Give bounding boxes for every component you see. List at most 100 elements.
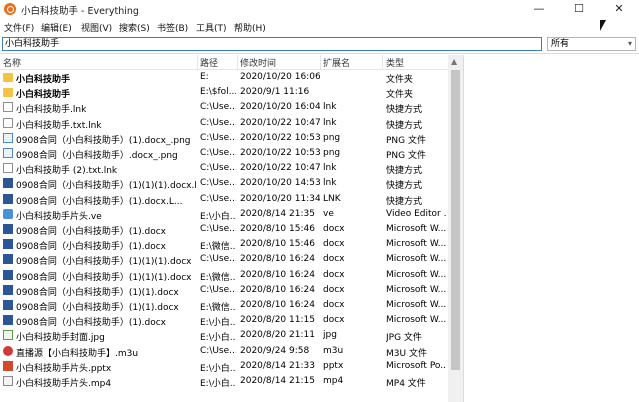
result-date: 2020/10/22 10:47 xyxy=(240,117,320,128)
result-date: 2020/8/10 16:24 xyxy=(240,300,315,310)
result-ext: png xyxy=(323,148,341,158)
result-row[interactable]: 0908合同（小白科技助手）.docx_.png C:\Use... 2020/10… xyxy=(0,146,448,161)
result-row[interactable]: 小白科技助手 E: 2020/10/20 16:06 文件夹 xyxy=(0,70,448,85)
result-name: 0908合同（小白科技助手）(1).docx.L... xyxy=(16,196,183,207)
result-path: E:\小白... xyxy=(200,211,236,222)
result-type: 快捷方式 xyxy=(386,105,423,116)
column-divider[interactable] xyxy=(237,55,238,69)
result-path: E:\$fol... xyxy=(200,87,236,98)
result-ext: lnk xyxy=(323,178,337,189)
result-date: 2020/10/22 10:53 xyxy=(240,148,320,158)
result-date: 2020/8/10 15:46 xyxy=(240,224,315,234)
search-row: 所有 ▾ xyxy=(0,35,639,54)
result-path: C:\Use... xyxy=(200,224,236,234)
png-file-icon xyxy=(3,132,13,143)
result-type: Video Editor ... xyxy=(386,208,446,219)
column-header: 名称 路径 修改时间 扩展名 类型 xyxy=(0,55,448,70)
result-row[interactable]: 0908合同（小白科技助手）(1).docx E:\微信... 2020/8/10 … xyxy=(0,237,448,252)
result-path: C:\Use... xyxy=(200,284,236,295)
result-name: 小白科技助手片头.ve xyxy=(16,211,102,222)
result-ext: jpg xyxy=(323,330,337,341)
result-type: Microsoft W... xyxy=(386,224,446,234)
result-type: Microsoft W... xyxy=(386,239,446,250)
ve-file-icon xyxy=(3,208,13,219)
menu-search[interactable]: 搜索(S) xyxy=(119,21,150,34)
menu-view[interactable]: 视图(V) xyxy=(81,21,112,34)
result-name: 0908合同（小白科技助手）(1).docx xyxy=(16,318,167,329)
result-date: 2020/9/24 9:58 xyxy=(240,345,310,356)
result-ext: docx xyxy=(323,284,345,295)
column-header-type[interactable]: 类型 xyxy=(386,56,404,69)
mouse-cursor-icon xyxy=(600,20,606,31)
docx-file-icon xyxy=(3,300,13,310)
result-name: 小白科技助手 xyxy=(16,75,71,85)
result-name: 小白科技助手.lnk xyxy=(16,105,87,116)
result-name: 0908合同（小白科技助手）(1)(1).docx xyxy=(16,303,179,313)
result-path: E:\小白... xyxy=(200,333,236,344)
result-row[interactable]: 小白科技助手片头.ve E:\小白... 2020/8/14 21:35 ve Vide… xyxy=(0,207,448,222)
preview-pane xyxy=(464,55,639,402)
result-name: 0908合同（小白科技助手）(1)(1).docx xyxy=(16,287,179,298)
maximize-button[interactable]: ☐ xyxy=(559,0,599,19)
column-divider[interactable] xyxy=(320,55,321,69)
result-row[interactable]: 0908合同（小白科技助手）(1).docx C:\Use... 2020/8/10… xyxy=(0,222,448,237)
result-name: 小白科技助手 xyxy=(16,90,71,101)
result-type: MP4 文件 xyxy=(386,379,426,389)
result-ext: LNK xyxy=(323,193,341,204)
result-row[interactable]: 小白科技助手.lnk C:\Use... 2020/10/20 16:04 lnk 快捷… xyxy=(0,100,448,115)
result-row[interactable]: 小白科技助手封面.jpg E:\小白... 2020/8/20 21:11 jpg JP… xyxy=(0,328,448,343)
close-button[interactable]: ✕ xyxy=(599,0,639,19)
column-header-date[interactable]: 修改时间 xyxy=(240,56,276,69)
result-row[interactable]: 小白科技助手片头.mp4 E:\小白... 2020/8/14 21:15 mp4 MP… xyxy=(0,374,448,389)
filter-dropdown[interactable]: 所有 ▾ xyxy=(547,37,636,51)
result-type: Microsoft W... xyxy=(386,254,446,265)
result-ext: png xyxy=(323,132,341,143)
menu-tools[interactable]: 工具(T) xyxy=(196,21,227,34)
scrollbar-thumb[interactable] xyxy=(451,70,460,370)
result-row[interactable]: 0908合同（小白科技助手）(1)(1)(1).docx E:\微信... 2020… xyxy=(0,268,448,283)
result-ext: docx xyxy=(323,224,345,234)
column-header-ext[interactable]: 扩展名 xyxy=(323,56,350,69)
column-header-name[interactable]: 名称 xyxy=(3,56,21,69)
lnk-file-icon xyxy=(3,117,13,128)
mp4-file-icon xyxy=(3,376,13,386)
menu-help[interactable]: 帮助(H) xyxy=(234,21,266,34)
result-row[interactable]: 0908合同（小白科技助手）(1).docx E:\小白... 2020/8/20 … xyxy=(0,313,448,328)
vertical-scrollbar[interactable]: ▲ xyxy=(448,55,463,402)
result-path: E: xyxy=(200,72,209,82)
menu-file[interactable]: 文件(F) xyxy=(4,21,34,34)
menu-edit[interactable]: 编辑(E) xyxy=(41,21,72,34)
column-divider[interactable] xyxy=(197,55,198,69)
result-row[interactable]: 小白科技助手片头.pptx E:\小白... 2020/8/14 21:33 pptx… xyxy=(0,359,448,374)
result-row[interactable]: 小白科技助手 (2).txt.lnk C:\Use... 2020/10/22 10… xyxy=(0,161,448,176)
result-row[interactable]: 0908合同（小白科技助手）(1)(1)(1).docx C:\Use... 202… xyxy=(0,252,448,267)
docx-file-icon xyxy=(3,193,13,204)
result-row[interactable]: 小白科技助手 E:\$fol... 2020/9/1 11:16 文件夹 xyxy=(0,85,448,100)
docx-file-icon xyxy=(3,315,13,326)
result-row[interactable]: 0908合同（小白科技助手）(1)(1).docx E:\微信... 2020/8/… xyxy=(0,298,448,313)
column-divider[interactable] xyxy=(382,55,383,69)
result-row[interactable]: 0908合同（小白科技助手）(1).docx_.png C:\Use... 2020… xyxy=(0,131,448,146)
result-name: 0908合同（小白科技助手）(1)(1)(1).docx xyxy=(16,257,192,268)
window-title: 小白科技助手 - Everything xyxy=(21,6,139,17)
result-ext: pptx xyxy=(323,360,344,371)
result-row[interactable]: 0908合同（小白科技助手）(1)(1).docx C:\Use... 2020/8… xyxy=(0,283,448,298)
result-row[interactable]: 0908合同（小白科技助手）(1)(1)(1).docx.lnk C:\Use..… xyxy=(0,176,448,191)
menu-bookmarks[interactable]: 书签(B) xyxy=(157,21,188,34)
minimize-button[interactable]: — xyxy=(519,0,559,19)
result-row[interactable]: 小白科技助手.txt.lnk C:\Use... 2020/10/22 10:47 l… xyxy=(0,116,448,131)
result-row[interactable]: 直播源【小白科技助手】.m3u C:\Use... 2020/9/24 9:58 m3… xyxy=(0,344,448,359)
result-row[interactable]: 0908合同（小白科技助手）(1).docx.L... C:\Use... 2020… xyxy=(0,192,448,207)
result-path: E:\小白... xyxy=(200,379,236,389)
result-type: Microsoft W... xyxy=(386,300,446,310)
column-header-path[interactable]: 路径 xyxy=(200,56,218,69)
scroll-up-icon[interactable]: ▲ xyxy=(451,57,457,66)
menu-bar: 文件(F) 编辑(E) 视图(V) 搜索(S) 书签(B) 工具(T) 帮助(H… xyxy=(0,19,639,35)
result-type: PNG 文件 xyxy=(386,151,426,161)
result-name: 小白科技助手片头.mp4 xyxy=(16,379,112,389)
folder-file-icon xyxy=(3,88,13,98)
search-input[interactable] xyxy=(2,37,542,51)
result-name: 小白科技助手.txt.lnk xyxy=(16,120,102,131)
docx-file-icon xyxy=(3,239,13,250)
result-date: 2020/10/20 16:04 xyxy=(240,102,320,113)
